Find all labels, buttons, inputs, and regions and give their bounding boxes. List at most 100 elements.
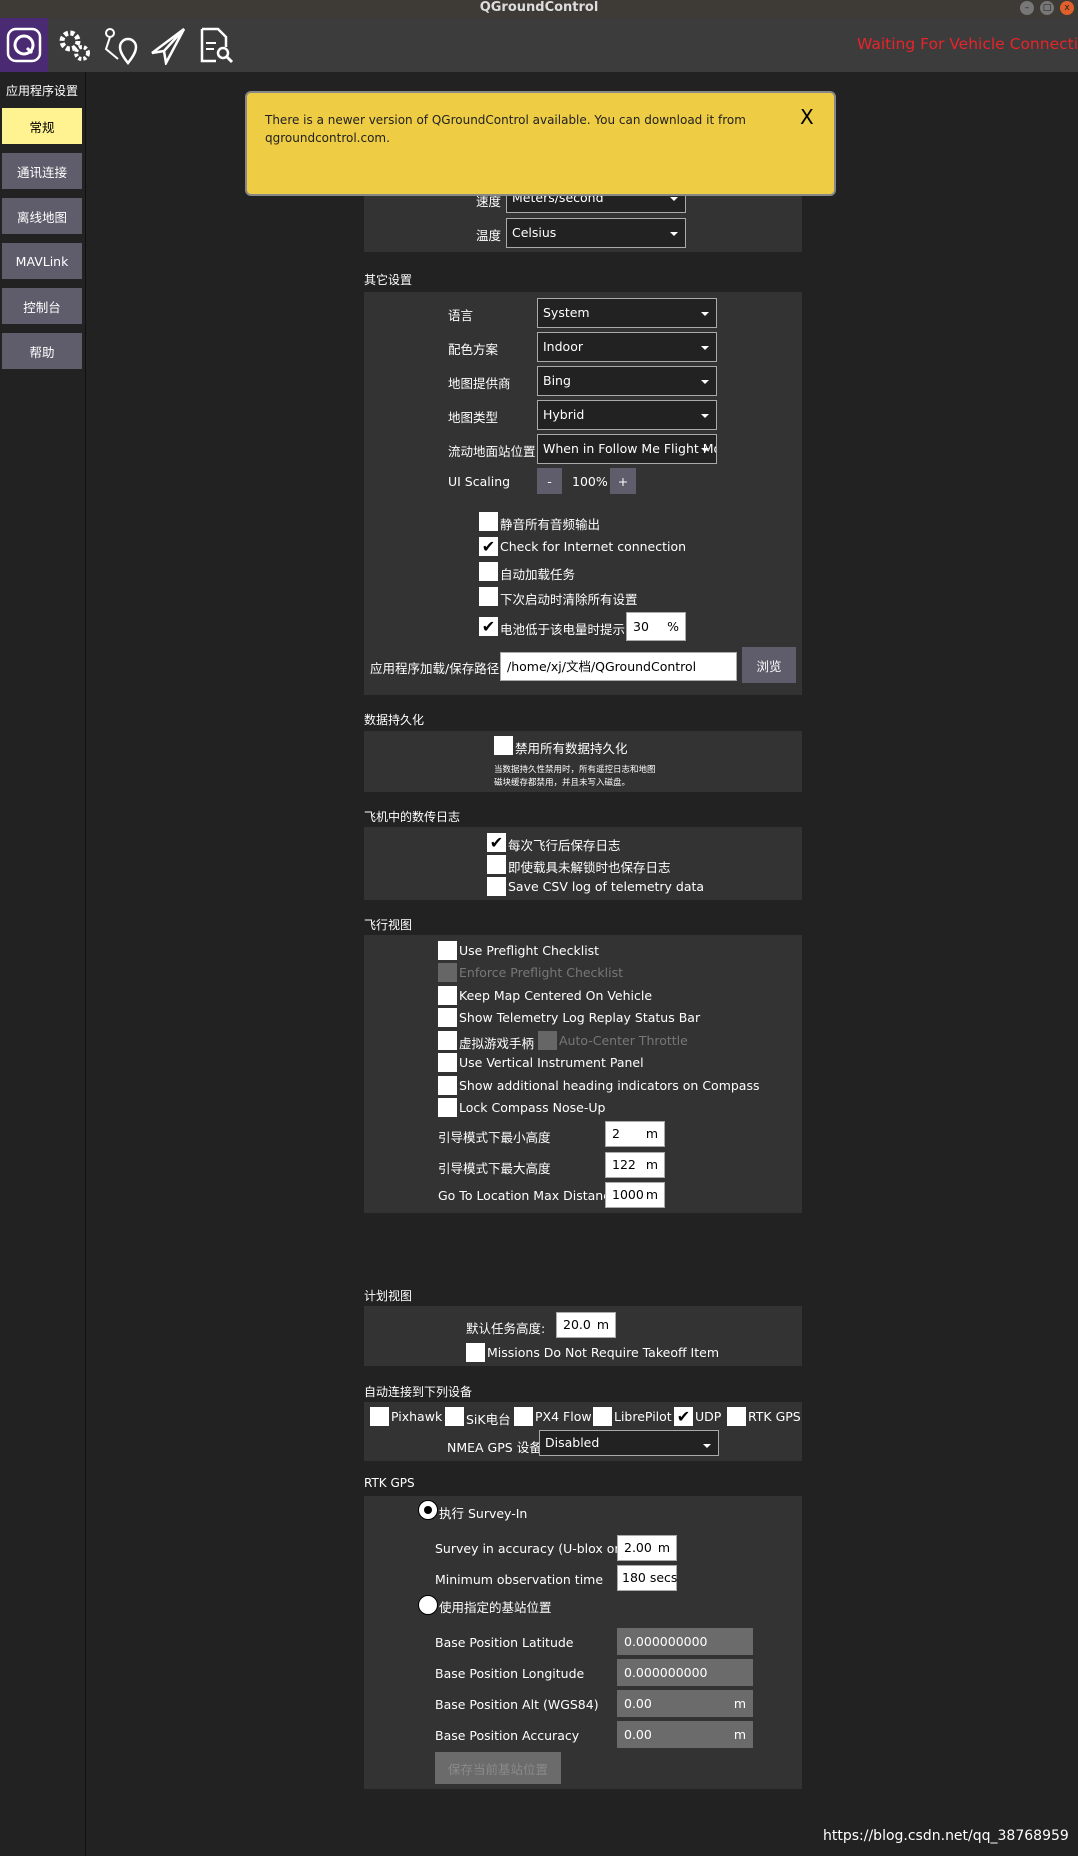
gear-icon <box>59 30 90 61</box>
telemetry-replay-bar-checkbox[interactable] <box>438 1008 457 1027</box>
section-heading-fly-view: 飞行视图 <box>364 918 413 932</box>
sidebar-item-label: MAVLink <box>15 253 69 269</box>
vertical-instrument-panel-label: Use Vertical Instrument Panel <box>459 1055 644 1070</box>
sik-radio-checkbox[interactable] <box>445 1407 464 1426</box>
color-scheme-value: Indoor <box>543 339 583 354</box>
window-title: QGroundControl <box>479 0 599 15</box>
guided-min-alt-label: 引导模式下最小高度 <box>438 1130 551 1145</box>
language-value: System <box>543 305 590 320</box>
close-window-button[interactable]: x <box>1060 1 1074 15</box>
analyze-button[interactable] <box>192 22 240 68</box>
sidebar-item-label: 控制台 <box>23 299 61 315</box>
min-observation-time-input[interactable]: 180 secs <box>617 1565 677 1591</box>
stream-gcs-value: When in Follow Me Flight Mode <box>543 441 716 456</box>
fly-button[interactable] <box>144 22 192 68</box>
map-type-dropdown[interactable]: Hybrid <box>537 400 717 430</box>
qgc-logo-button[interactable] <box>0 18 48 72</box>
vertical-instrument-panel-checkbox[interactable] <box>438 1053 457 1072</box>
min-observation-time-label: Minimum observation time <box>435 1572 604 1587</box>
autoload-missions-checkbox[interactable] <box>479 562 498 581</box>
maximize-button[interactable]: □ <box>1040 1 1054 15</box>
unit: m <box>596 1317 609 1332</box>
map-provider-dropdown[interactable]: Bing <box>537 366 717 396</box>
goto-max-distance-input[interactable]: 1000 m <box>605 1182 665 1208</box>
battery-percent-input[interactable]: 30% <box>626 612 686 641</box>
compass-nose-up-checkbox[interactable] <box>438 1098 457 1117</box>
save-log-unarmed-checkbox[interactable] <box>487 855 506 874</box>
mute-audio-checkbox[interactable] <box>479 512 498 531</box>
sidebar-item-help[interactable]: 帮助 <box>2 333 82 369</box>
guided-max-alt-input[interactable]: 122 m <box>605 1152 665 1178</box>
battery-percent-value: 30 <box>633 619 649 634</box>
ui-scaling-decrease-button[interactable]: - <box>537 468 562 494</box>
sidebar-item-general[interactable]: 常规 <box>2 108 82 144</box>
fixed-base-radio[interactable] <box>418 1595 438 1615</box>
librepilot-checkbox[interactable] <box>593 1407 612 1426</box>
clear-settings-checkbox[interactable] <box>479 587 498 606</box>
minimize-button[interactable]: – <box>1020 1 1034 15</box>
base-lat-input[interactable]: 0.000000000 <box>617 1628 753 1655</box>
survey-accuracy-input[interactable]: 2.00 m <box>617 1535 677 1561</box>
language-label: 语言 <box>448 308 474 323</box>
survey-accuracy-value: 2.00 <box>624 1540 652 1555</box>
plan-button[interactable] <box>96 22 144 68</box>
nmea-gps-dropdown[interactable]: Disabled <box>539 1430 719 1456</box>
nmea-gps-value: Disabled <box>545 1435 600 1450</box>
temperature-label: 温度 <box>476 228 502 243</box>
rtk-gps-checkbox[interactable] <box>727 1407 746 1426</box>
heading-indicators-label: Show additional heading indicators on Co… <box>459 1078 760 1093</box>
auto-center-throttle-checkbox[interactable] <box>538 1031 557 1050</box>
guided-min-alt-input[interactable]: 2m <box>605 1121 665 1147</box>
settings-button[interactable] <box>50 22 98 68</box>
disable-persistence-checkbox[interactable] <box>494 736 513 755</box>
enforce-checklist-checkbox[interactable] <box>438 963 457 982</box>
save-base-position-button[interactable]: 保存当前基站位置 <box>435 1752 561 1784</box>
unit: m <box>657 1540 670 1555</box>
udp-checkbox[interactable]: ✔ <box>674 1407 693 1426</box>
pixhawk-checkbox[interactable] <box>370 1407 389 1426</box>
keep-map-centered-checkbox[interactable] <box>438 986 457 1005</box>
base-alt-input[interactable]: 0.00 m <box>617 1690 753 1717</box>
close-icon[interactable]: X <box>800 105 814 129</box>
battery-warning-checkbox[interactable]: ✔ <box>479 617 498 636</box>
goto-max-distance-value: 1000 <box>612 1187 644 1202</box>
keep-map-centered-label: Keep Map Centered On Vehicle <box>459 988 653 1003</box>
stream-gcs-dropdown[interactable]: When in Follow Me Flight Mode <box>537 434 717 464</box>
heading-indicators-checkbox[interactable] <box>438 1076 457 1095</box>
no-takeoff-item-checkbox[interactable] <box>466 1343 485 1362</box>
sidebar-item-offline-maps[interactable]: 离线地图 <box>2 198 82 234</box>
sidebar-item-comm-links[interactable]: 通讯连接 <box>2 153 82 189</box>
rtk-gps-label: RTK GPS <box>748 1409 801 1424</box>
language-dropdown[interactable]: System <box>537 298 717 328</box>
browse-button[interactable]: 浏览 <box>742 647 796 683</box>
save-path-input[interactable]: /home/xj/文档/QGroundControl <box>500 652 737 681</box>
sidebar-item-console[interactable]: 控制台 <box>2 288 82 324</box>
sidebar-heading: 应用程序设置 <box>6 84 79 98</box>
mute-audio-label: 静音所有音频输出 <box>500 517 601 532</box>
section-heading-autoconnect: 自动连接到下列设备 <box>364 1385 473 1399</box>
px4-flow-checkbox[interactable] <box>514 1407 533 1426</box>
fixed-base-label: 使用指定的基站位置 <box>439 1600 552 1615</box>
sidebar-item-label: 离线地图 <box>16 209 67 225</box>
save-csv-log-checkbox[interactable] <box>487 877 506 896</box>
base-accuracy-input[interactable]: 0.00 m <box>617 1721 753 1748</box>
virtual-joystick-checkbox[interactable] <box>438 1031 457 1050</box>
sidebar-item-label: 通讯连接 <box>16 164 67 180</box>
base-lon-input[interactable]: 0.000000000 <box>617 1659 753 1686</box>
default-mission-alt-input[interactable]: 20.0 m <box>556 1312 616 1338</box>
save-log-after-flight-checkbox[interactable]: ✔ <box>487 833 506 852</box>
survey-in-radio[interactable] <box>418 1500 438 1520</box>
save-path-value: /home/xj/文档/QGroundControl <box>507 659 697 674</box>
autoload-missions-label: 自动加载任务 <box>500 567 576 582</box>
sidebar-item-mavlink[interactable]: MAVLink <box>2 243 82 279</box>
ui-scaling-value: 100% <box>572 474 608 489</box>
temperature-dropdown[interactable]: Celsius <box>506 218 686 248</box>
watermark: https://blog.csdn.net/qq_38768959 <box>823 1828 1069 1844</box>
sidebar-item-label: 帮助 <box>29 344 55 360</box>
color-scheme-dropdown[interactable]: Indoor <box>537 332 717 362</box>
ui-scaling-increase-button[interactable]: + <box>610 468 636 494</box>
banner-link[interactable]: qgroundcontrol.com. <box>265 131 390 145</box>
preflight-checklist-label: Use Preflight Checklist <box>459 943 600 958</box>
preflight-checklist-checkbox[interactable] <box>438 941 457 960</box>
check-internet-checkbox[interactable]: ✔ <box>479 537 498 556</box>
